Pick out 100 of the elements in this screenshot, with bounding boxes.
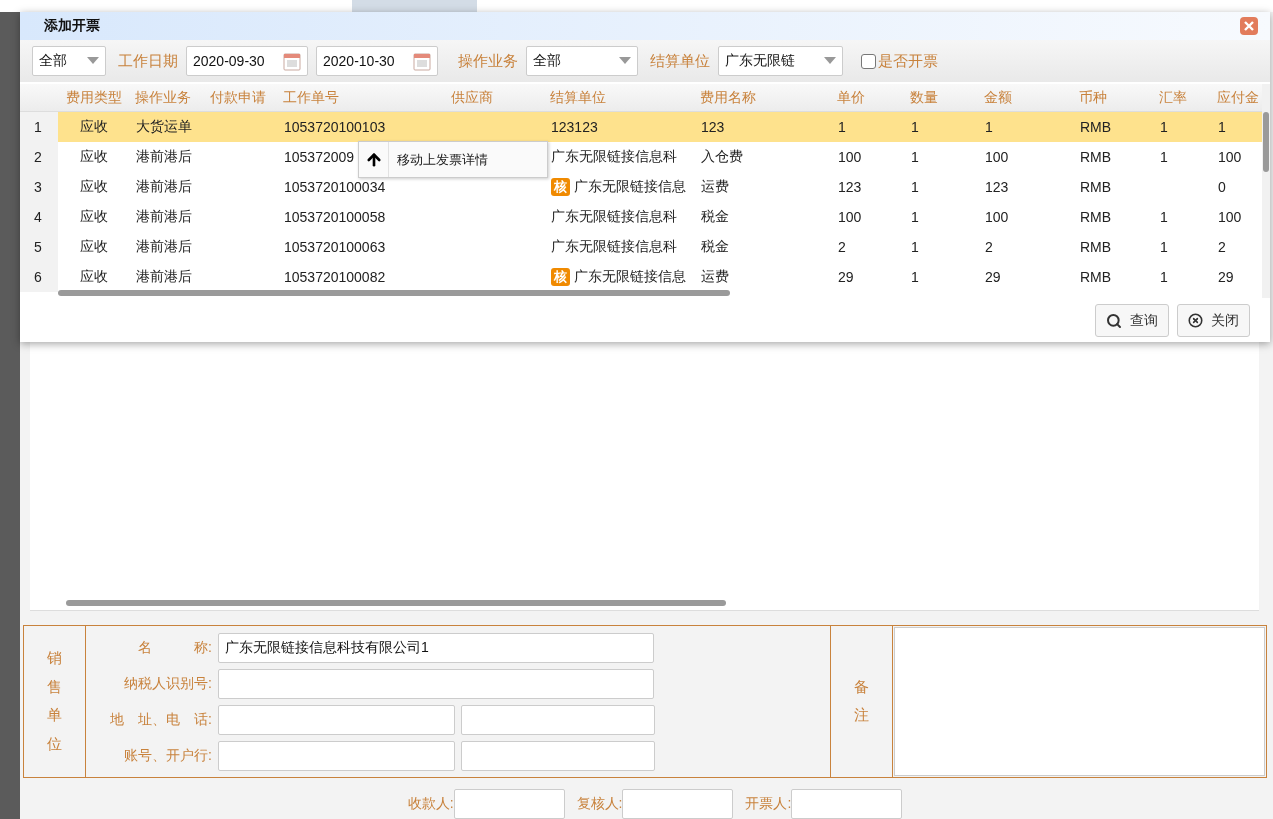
table-cell: 1 bbox=[911, 149, 919, 165]
input-field[interactable] bbox=[622, 789, 734, 819]
table-cell: 广东无限链接信息科 bbox=[551, 208, 677, 226]
search-icon bbox=[1106, 312, 1122, 329]
field-label: 开票人: bbox=[745, 795, 792, 813]
input-field[interactable] bbox=[791, 789, 903, 819]
field-label: 地 址、电 话: bbox=[109, 710, 212, 729]
table-cell: 123123 bbox=[551, 119, 598, 135]
tag: 核 bbox=[551, 268, 570, 286]
close-button[interactable] bbox=[1240, 17, 1258, 35]
column-header: 工作单号 bbox=[282, 87, 340, 107]
checkbox[interactable] bbox=[861, 53, 876, 69]
column-header: 金额 bbox=[983, 87, 1013, 107]
table-cell: RMB bbox=[1080, 149, 1112, 165]
close-icon bbox=[1244, 21, 1254, 31]
table-cell: 123 bbox=[838, 179, 862, 195]
table-cell: 港前港后 bbox=[136, 238, 192, 256]
checkbox-label: 是否开票 bbox=[878, 51, 938, 71]
table-cell: 2 bbox=[838, 239, 846, 255]
scrollbar bbox=[1263, 112, 1269, 172]
table-cell: 运费 bbox=[701, 268, 729, 286]
table-cell: 应收 bbox=[80, 178, 108, 196]
close-icon bbox=[1188, 313, 1203, 328]
input-field[interactable] bbox=[461, 704, 655, 735]
remark-label: 备注 bbox=[854, 676, 869, 726]
caret-icon bbox=[619, 57, 631, 65]
row-number: 3 bbox=[20, 172, 58, 202]
table-cell: 1 bbox=[911, 209, 919, 225]
table-cell: 运费 bbox=[701, 178, 729, 196]
input-field[interactable] bbox=[218, 740, 455, 771]
table-cell: 1053720100082 bbox=[284, 269, 386, 285]
field-label: 账号、开户行: bbox=[123, 746, 212, 765]
table-cell: 1 bbox=[1160, 209, 1168, 225]
table-cell: 100 bbox=[985, 209, 1009, 225]
input-field[interactable] bbox=[218, 704, 455, 735]
row-number: 4 bbox=[20, 202, 58, 232]
table-cell: 税金 bbox=[701, 208, 729, 226]
table-cell: 广东无限链接信息 bbox=[574, 268, 686, 286]
table-cell: 应收 bbox=[80, 118, 108, 136]
remark-field[interactable] bbox=[894, 626, 1265, 776]
table-cell: 1 bbox=[911, 269, 919, 285]
section-heading: 销售单位 bbox=[47, 648, 62, 754]
operation-select[interactable]: 全部 bbox=[526, 46, 638, 76]
table-cell: RMB bbox=[1080, 269, 1112, 285]
scope-select[interactable]: 全部 bbox=[32, 46, 106, 76]
table-cell: 1053720100063 bbox=[284, 239, 386, 255]
table-cell: 1 bbox=[911, 239, 919, 255]
close-button[interactable]: 关闭 bbox=[1177, 304, 1250, 337]
column-header: 费用名称 bbox=[699, 87, 757, 107]
calendar-icon bbox=[283, 51, 301, 71]
filter-label: 工作日期 bbox=[118, 51, 178, 71]
caret-icon bbox=[824, 57, 836, 65]
settle-select[interactable]: 广东无限链 bbox=[718, 46, 843, 76]
column-header: 应付金 bbox=[1216, 87, 1260, 107]
table-cell: 应收 bbox=[80, 268, 108, 286]
table-cell: 大货运单 bbox=[136, 118, 192, 136]
input-field[interactable] bbox=[461, 740, 655, 771]
table-cell: RMB bbox=[1080, 179, 1112, 195]
table-cell: 29 bbox=[1218, 269, 1234, 285]
table-cell: 29 bbox=[985, 269, 1001, 285]
table-cell: 100 bbox=[1218, 209, 1242, 225]
search-button[interactable]: 查询 bbox=[1095, 304, 1169, 337]
table-cell: 港前港后 bbox=[136, 268, 192, 286]
table-cell: 123 bbox=[701, 119, 725, 135]
table-cell: 1 bbox=[1218, 119, 1226, 135]
table-cell: 港前港后 bbox=[136, 178, 192, 196]
table-cell: 1 bbox=[1160, 269, 1168, 285]
date-field[interactable]: 2020-09-30 bbox=[186, 46, 308, 76]
table-cell: 100 bbox=[838, 149, 862, 165]
table-cell: 105372009 bbox=[284, 149, 355, 165]
table-cell: 1 bbox=[1160, 239, 1168, 255]
input-field[interactable] bbox=[218, 668, 654, 699]
calendar-icon bbox=[413, 51, 431, 71]
table-cell: 29 bbox=[838, 269, 854, 285]
field-label: 纳税人识别号: bbox=[123, 674, 212, 693]
table-cell: 1 bbox=[838, 119, 846, 135]
table-cell: 应收 bbox=[80, 208, 108, 226]
filter-label: 操作业务 bbox=[458, 51, 518, 71]
table-cell: 1053720100058 bbox=[284, 209, 386, 225]
table-cell: 广东无限链接信息科 bbox=[551, 238, 677, 256]
input-field[interactable] bbox=[453, 789, 565, 819]
table-cell: 港前港后 bbox=[136, 148, 192, 166]
date-field[interactable]: 2020-10-30 bbox=[316, 46, 438, 76]
input-field[interactable]: 广东无限链接信息科技有限公司1 bbox=[218, 632, 654, 663]
table-cell: 1053720100103 bbox=[284, 119, 386, 135]
row-number: 1 bbox=[20, 112, 58, 142]
table-cell: 2 bbox=[1218, 239, 1226, 255]
table-cell: 0 bbox=[1218, 179, 1226, 195]
table-cell: 2 bbox=[985, 239, 993, 255]
column-header: 币种 bbox=[1078, 87, 1108, 107]
row-number: 2 bbox=[20, 142, 58, 172]
table-cell: 1 bbox=[985, 119, 993, 135]
field-label: 复核人: bbox=[576, 795, 623, 813]
table-cell: 100 bbox=[1218, 149, 1242, 165]
column-header: 操作业务 bbox=[134, 87, 192, 107]
tag: 核 bbox=[551, 178, 570, 196]
table-cell: 港前港后 bbox=[136, 208, 192, 226]
table-cell: 100 bbox=[985, 149, 1009, 165]
table-row[interactable]: 1 应收 大货运单 1053720100103 123123 123 1 1 1 RMB 1 1 bbox=[20, 112, 1262, 142]
table-cell: RMB bbox=[1080, 119, 1112, 135]
